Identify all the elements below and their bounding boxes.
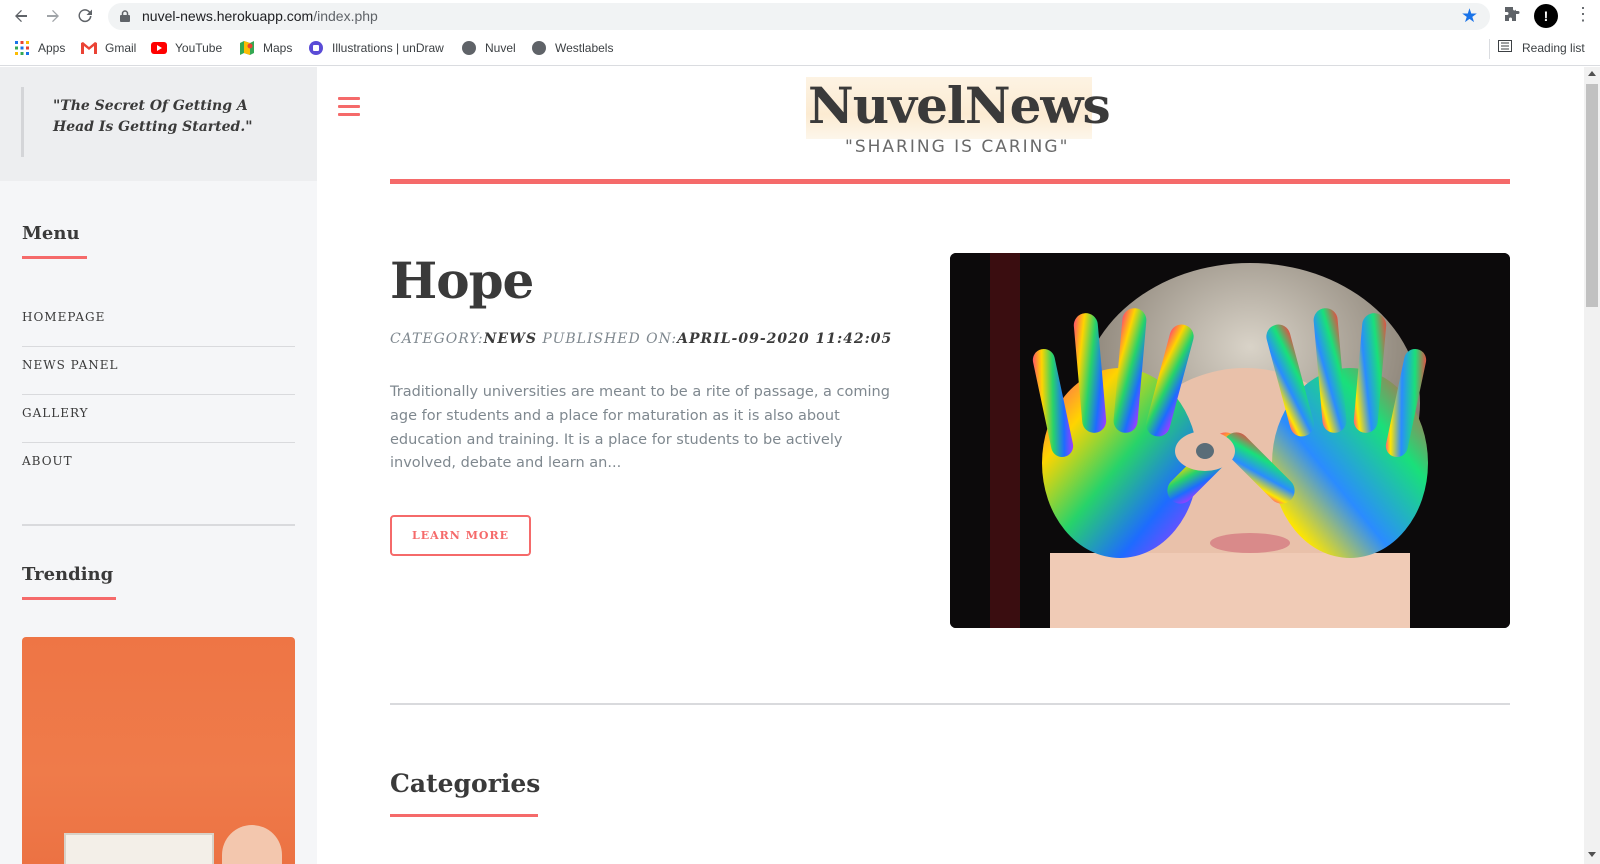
hamburger-menu-icon[interactable] (338, 97, 360, 121)
globe-icon (531, 40, 547, 56)
page-scrollbar[interactable] (1584, 67, 1600, 864)
categories-heading: Categories (390, 769, 541, 798)
url-text: nuvel-news.herokuapp.com/index.php (142, 8, 378, 24)
learn-more-button[interactable]: LEARN MORE (390, 515, 531, 556)
sidebar-item-news-panel[interactable]: NEWS PANEL (22, 348, 295, 395)
site-logo[interactable]: NuvelNews (808, 75, 1111, 137)
sidebar-divider (22, 524, 295, 526)
scroll-thumb[interactable] (1586, 84, 1598, 307)
bookmark-gmail[interactable]: Gmail (81, 40, 136, 56)
forward-arrow-icon[interactable] (42, 5, 64, 27)
trending-image-hand (222, 825, 282, 864)
trending-image[interactable] (22, 637, 295, 864)
menu-heading-underline (22, 256, 87, 259)
bookmark-maps[interactable]: Maps (239, 40, 292, 56)
sidebar-item-homepage[interactable]: HOMEPAGE (22, 300, 295, 347)
bookmark-apps[interactable]: Apps (14, 40, 65, 56)
undraw-icon (308, 40, 324, 56)
back-arrow-icon[interactable] (10, 5, 32, 27)
trending-image-sign (64, 833, 214, 864)
trending-heading: Trending (22, 564, 114, 585)
sidebar: "The Secret Of Getting A Head Is Getting… (0, 67, 317, 864)
bookmark-youtube[interactable]: YouTube (151, 40, 222, 56)
article-published-date: APRIL-09-2020 11:42:05 (677, 331, 893, 347)
reading-list-icon (1498, 40, 1514, 56)
maps-icon (239, 40, 255, 56)
bookmark-westlabels[interactable]: Westlabels (531, 40, 613, 56)
extensions-puzzle-icon[interactable] (1504, 6, 1520, 27)
section-divider (390, 703, 1510, 705)
lock-icon (120, 10, 130, 22)
sidebar-item-about[interactable]: ABOUT (22, 444, 295, 491)
sidebar-quote: "The Secret Of Getting A Head Is Getting… (53, 98, 253, 135)
painted-hands-illustration (950, 253, 1510, 628)
bookmarks-separator (1489, 39, 1490, 59)
menu-heading: Menu (22, 223, 80, 244)
gmail-icon (81, 40, 97, 56)
address-bar[interactable]: nuvel-news.herokuapp.com/index.php ★ (108, 3, 1490, 30)
scroll-down-arrow-icon[interactable] (1588, 852, 1596, 857)
article-meta: CATEGORY:NEWS PUBLISHED ON:APRIL-09-2020… (390, 331, 893, 347)
quote-box: "The Secret Of Getting A Head Is Getting… (0, 67, 317, 181)
bookmarks-bar: Apps Gmail YouTube Maps Illustrations | … (0, 33, 1600, 66)
sidebar-item-gallery[interactable]: GALLERY (22, 396, 295, 443)
article-category: NEWS (483, 331, 537, 347)
trending-heading-underline (22, 597, 116, 600)
categories-heading-underline (390, 814, 538, 817)
reload-icon[interactable] (74, 5, 96, 27)
globe-icon (461, 40, 477, 56)
article-excerpt: Traditionally universities are meant to … (390, 384, 890, 472)
quote-bar (21, 87, 24, 157)
profile-avatar[interactable]: ! (1534, 4, 1558, 28)
bookmark-star-icon[interactable]: ★ (1461, 5, 1478, 28)
article-title: Hope (390, 251, 534, 310)
browser-toolbar: nuvel-news.herokuapp.com/index.php ★ ! ⋮ (0, 0, 1600, 33)
apps-grid-icon (14, 40, 30, 56)
bookmark-nuvel[interactable]: Nuvel (461, 40, 516, 56)
reading-list-button[interactable]: Reading list (1498, 40, 1585, 56)
browser-menu-icon[interactable]: ⋮ (1574, 4, 1592, 25)
header-divider (390, 179, 1510, 184)
web-page: "The Secret Of Getting A Head Is Getting… (0, 67, 1584, 864)
bookmark-undraw[interactable]: Illustrations | unDraw (308, 40, 444, 56)
article-feature-image[interactable] (950, 253, 1510, 628)
scroll-up-arrow-icon[interactable] (1588, 71, 1596, 76)
youtube-icon (151, 40, 167, 56)
